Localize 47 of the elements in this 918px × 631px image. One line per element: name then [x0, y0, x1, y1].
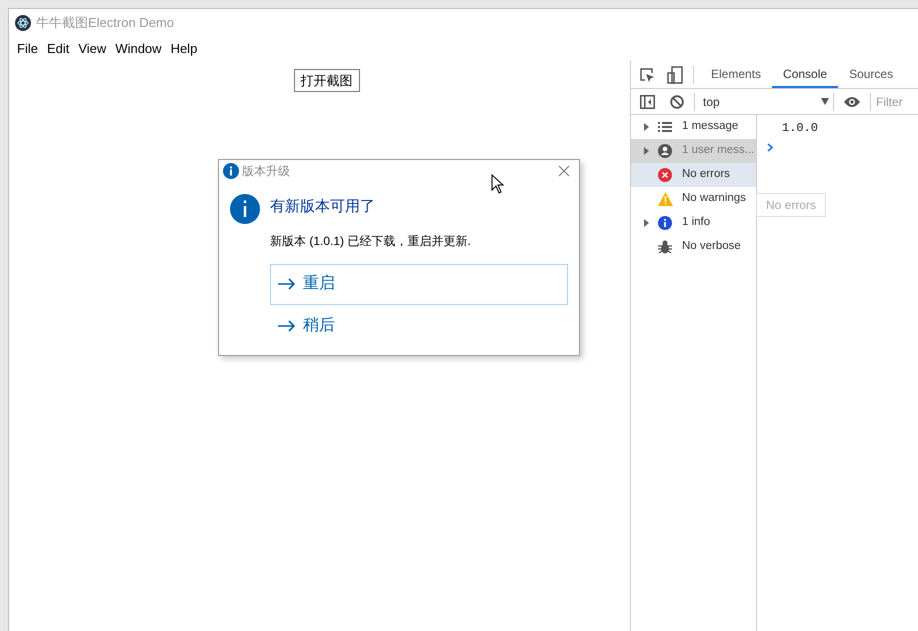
dialog-heading: 有新版本可用了 — [270, 197, 376, 217]
open-screenshot-button[interactable]: 打开截图 — [294, 69, 360, 92]
menu-item[interactable]: File — [13, 39, 42, 59]
devtools-tab[interactable]: Elements — [700, 61, 772, 88]
clear-console-icon[interactable] — [670, 94, 684, 108]
prompt-chevron-icon[interactable] — [767, 143, 773, 152]
inspect-icon[interactable] — [639, 66, 655, 82]
app-logo-icon — [15, 15, 31, 31]
dropdown-caret-icon — [821, 98, 829, 105]
expand-triangle-icon[interactable] — [644, 123, 649, 131]
close-icon[interactable] — [558, 165, 570, 177]
warning-icon — [658, 192, 673, 206]
info-icon — [223, 163, 239, 179]
expand-triangle-icon[interactable] — [644, 219, 649, 227]
device-toolbar-icon[interactable] — [667, 66, 683, 84]
filter-field[interactable]: Filter — [876, 92, 916, 110]
sidebar-item[interactable]: No verbose — [631, 235, 756, 259]
dialog-title: 版本升级 — [242, 163, 290, 180]
expand-triangle-icon[interactable] — [644, 147, 649, 155]
sidebar-item[interactable]: 1 info — [631, 211, 756, 235]
devtools-tab[interactable]: Sources — [838, 61, 904, 88]
devtools-tab[interactable]: Console — [772, 61, 838, 88]
menu-item[interactable]: Help — [166, 39, 202, 59]
arrow-icon — [278, 320, 296, 332]
menu-item[interactable]: View — [74, 39, 110, 59]
eye-icon[interactable] — [843, 96, 861, 108]
tooltip: No errors — [756, 193, 826, 217]
list-icon — [658, 122, 672, 132]
context-dropdown[interactable]: top — [695, 92, 833, 110]
bug-icon — [658, 240, 672, 254]
console-output: 1.0.0 — [782, 120, 818, 137]
sidebar-item[interactable]: 1 message — [631, 115, 756, 139]
info-icon — [230, 194, 260, 224]
error-icon — [658, 168, 672, 182]
sidebar-item[interactable]: No errors — [631, 163, 756, 187]
sidebar-toggle-icon[interactable] — [640, 94, 655, 108]
sidebar-item[interactable]: No warnings — [631, 187, 756, 211]
option-button[interactable]: 稍后 — [270, 306, 568, 346]
menu-item[interactable]: Edit — [42, 39, 74, 59]
menu-item[interactable]: Window — [111, 39, 166, 59]
option-button[interactable]: 重启 — [270, 264, 568, 304]
user-icon — [658, 144, 672, 158]
window-title: 牛牛截图Electron Demo — [36, 14, 174, 32]
info-icon — [658, 216, 672, 230]
arrow-icon — [278, 278, 296, 290]
cursor-icon — [491, 174, 504, 194]
dialog-message: 新版本 (1.0.1) 已经下载，重启并更新. — [270, 232, 472, 250]
